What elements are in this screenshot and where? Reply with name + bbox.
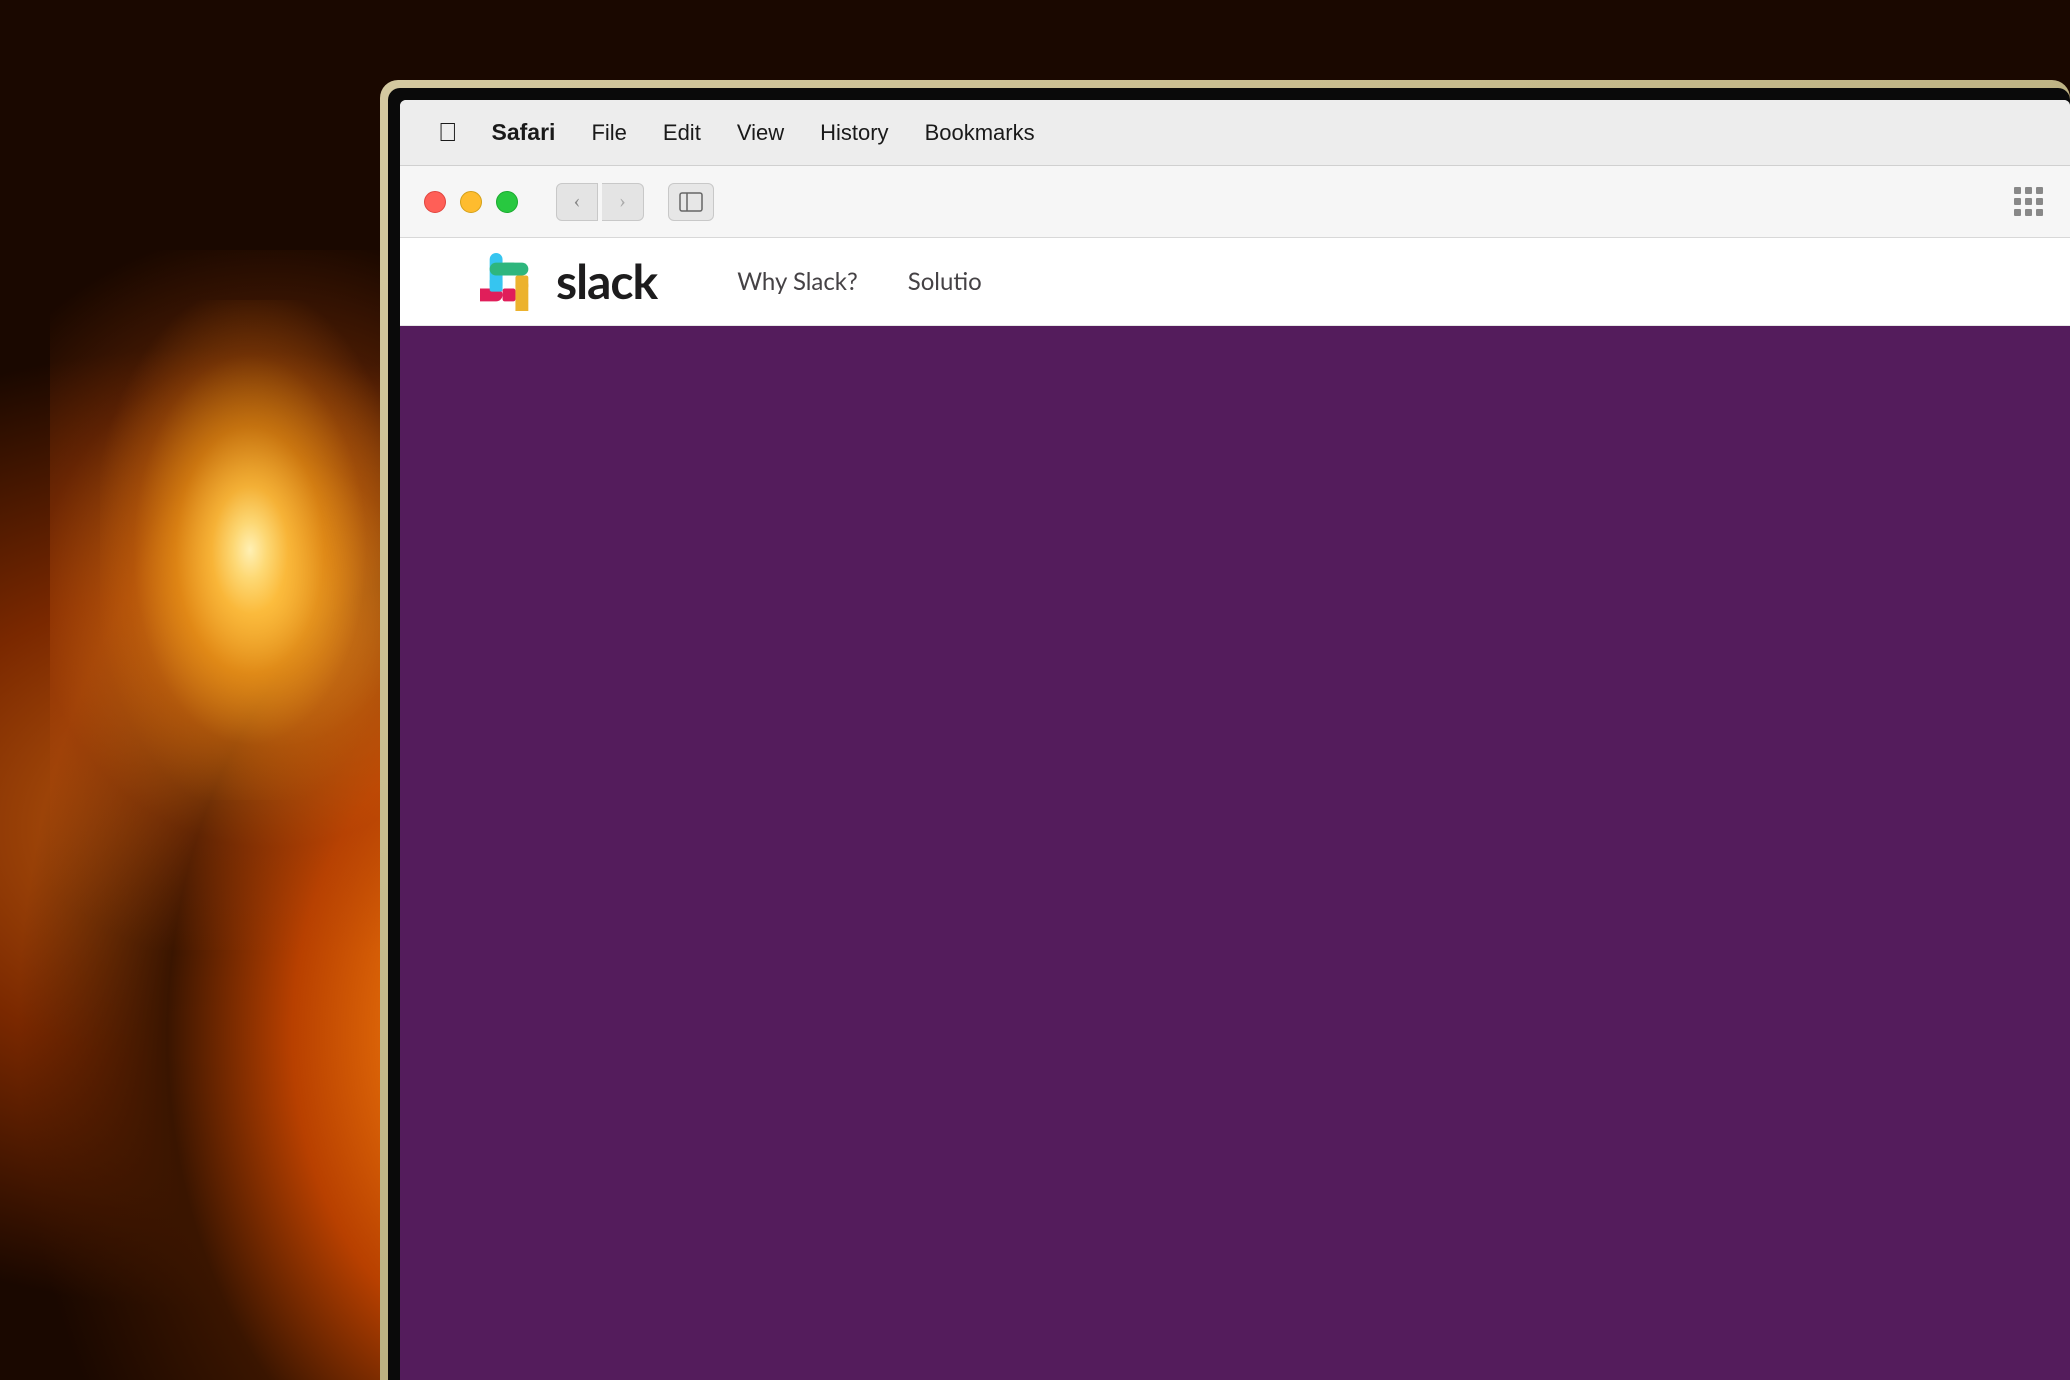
nav-why-slack[interactable]: Why Slack? (737, 267, 858, 296)
view-menu[interactable]: View (719, 100, 802, 165)
slack-logo: slack (480, 253, 657, 311)
menu-bar:  Safari File Edit View History Bookmark… (400, 100, 2070, 166)
apple-menu[interactable]:  (430, 100, 474, 165)
browser-toolbar: ‹ › (400, 166, 2070, 238)
forward-icon: › (619, 190, 626, 213)
minimize-button[interactable] (460, 191, 482, 213)
safari-menu[interactable]: Safari (474, 100, 574, 165)
back-icon: ‹ (574, 190, 581, 213)
history-menu[interactable]: History (802, 100, 906, 165)
slack-nav-items: Why Slack? Solutio (737, 267, 982, 296)
maximize-button[interactable] (496, 191, 518, 213)
bookmarks-menu[interactable]: Bookmarks (907, 100, 1053, 165)
slack-logo-icon (480, 253, 538, 311)
edit-menu[interactable]: Edit (645, 100, 719, 165)
screen-content:  Safari File Edit View History Bookmark… (400, 100, 2070, 1380)
slack-navbar: slack Why Slack? Solutio (400, 238, 2070, 326)
nav-solutions[interactable]: Solutio (908, 267, 982, 296)
sidebar-icon (679, 192, 703, 212)
traffic-lights (424, 191, 518, 213)
tab-grid-button[interactable] (2010, 184, 2046, 220)
file-menu[interactable]: File (573, 100, 644, 165)
nav-buttons: ‹ › (556, 183, 644, 221)
slack-hero-section (400, 326, 2070, 1380)
lamp-filament (100, 300, 400, 800)
screen-bezel:  Safari File Edit View History Bookmark… (388, 88, 2070, 1380)
back-button[interactable]: ‹ (556, 183, 598, 221)
slack-wordmark: slack (556, 253, 657, 310)
webpage-content: slack Why Slack? Solutio (400, 238, 2070, 1380)
grid-dots-icon (2014, 187, 2043, 216)
sidebar-toggle-button[interactable] (668, 183, 714, 221)
laptop-frame:  Safari File Edit View History Bookmark… (380, 80, 2070, 1380)
forward-button[interactable]: › (602, 183, 644, 221)
close-button[interactable] (424, 191, 446, 213)
